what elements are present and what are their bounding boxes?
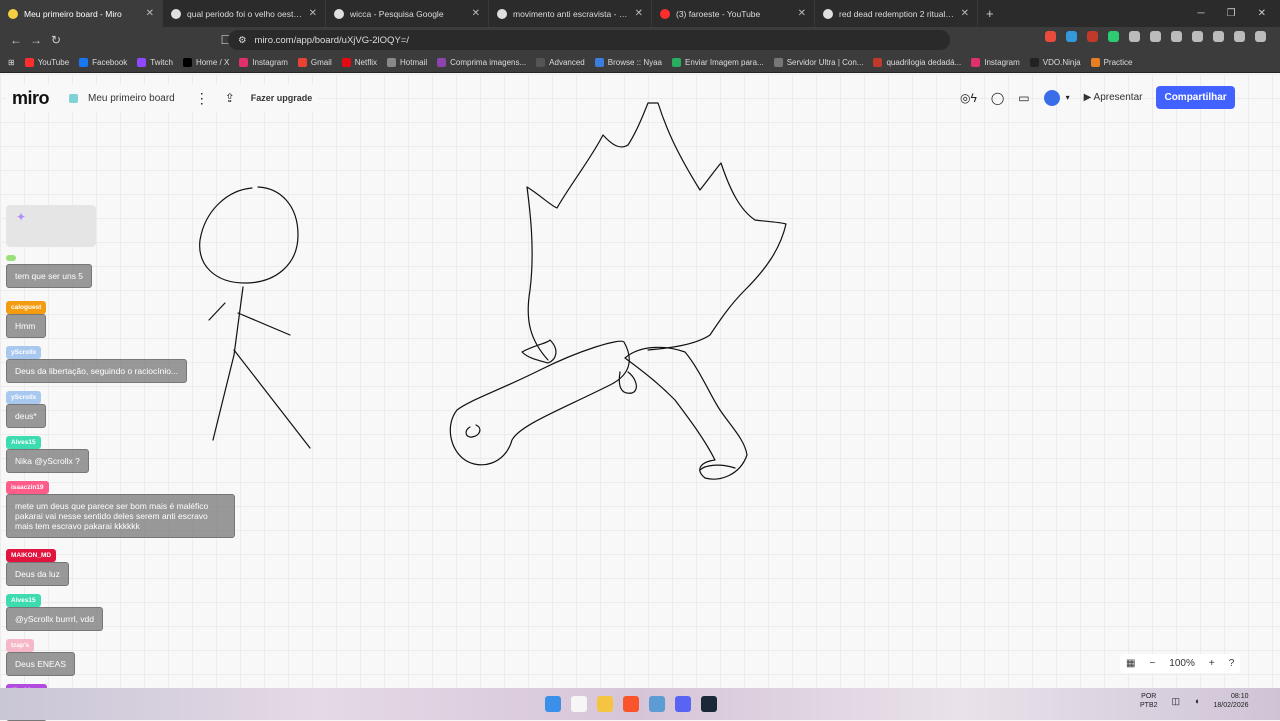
clock-date: 18/02/2026 [1213,702,1249,709]
clock-time: 08:10 [1230,693,1249,700]
chat-text: deus* [6,404,46,428]
app-icon[interactable] [649,696,665,712]
board-icon [69,93,79,103]
fire-log-right-end [699,464,736,471]
chat-message: yScrollx Deus da libertação, seguindo o r… [6,343,188,383]
chat-message: caloguest Hmm [6,298,47,338]
fire-flame [526,102,787,361]
start-icon[interactable] [545,696,561,712]
chat-message: yScrollx deus* [6,388,46,428]
discord-icon[interactable] [675,696,691,712]
zoom-out-icon[interactable]: − [1149,658,1155,669]
chevron-down-icon[interactable]: ▾ [1066,93,1070,102]
share-button[interactable]: Compartilhar [1156,86,1235,109]
chat-message: tzap's Deus ENEAS [6,636,76,676]
frames-icon[interactable]: ▦ [1126,658,1135,669]
zoom-in-icon[interactable]: + [1209,658,1215,669]
help-icon[interactable]: ? [1229,658,1235,669]
reactions-icon[interactable]: ◎ϟ [960,91,977,105]
stick-figure-body [212,286,244,441]
avatar[interactable] [1043,89,1060,106]
steam-icon[interactable] [701,696,717,712]
layout-code: PTB2 [1140,702,1158,709]
chat-text: mete um deus que parece ser bom mais é m… [6,494,235,538]
language-indicator[interactable]: POR PTB2 [1140,692,1158,710]
chat-message: isaaczin19 mete um deus que parece ser bo… [6,478,235,538]
taskbar-apps [545,696,717,712]
fire-log-right [624,346,748,480]
lang-code: POR [1141,693,1157,700]
fire-knot [618,371,637,394]
present-label: Apresentar [1093,92,1143,103]
zoom-controls: ▦ − 100% + ? [1120,654,1241,673]
volume-icon[interactable]: ◖ [1194,696,1199,706]
export-icon[interactable]: ⇪ [225,91,235,105]
chat-username: MAIKON_MD [6,549,57,562]
left-toolbar: ✦ [6,205,96,247]
chat-text: Deus da libertação, seguindo o raciocíni… [6,359,188,383]
chat-text: tem que ser uns 5 [6,264,93,288]
network-icon[interactable]: ◫ [1172,696,1181,707]
comments-icon[interactable]: ◯ [991,91,1004,105]
brave-icon[interactable] [623,696,639,712]
fire-ember [521,339,557,364]
chat-username [6,255,16,261]
chat-text: Deus da luz [6,562,69,586]
stick-figure-arm [237,312,291,336]
chat-username: yScrollx [6,391,42,404]
board-header: miro Meu primeiro board ⋮ ⇪ Fazer upgrad… [6,84,319,112]
board-actions: ◎ϟ ◯ ▭ ▾ ▶ Apresentar Compartilhar [960,86,1235,109]
chat-text: Hmm [6,314,47,338]
chat-username: tzap's [6,639,35,652]
chat-username: isaaczin19 [6,481,49,494]
chat-message: tem que ser uns 5 [6,250,93,288]
miro-logo[interactable]: miro [12,88,50,109]
more-options-icon[interactable]: ⋮ [195,90,209,107]
fire-log-left [449,340,630,466]
stick-figure-head [199,186,299,284]
system-tray: POR PTB2 ◫ ◖ 08:10 18/02/2026 [1140,692,1249,710]
board-name[interactable]: Meu primeiro board [88,93,175,104]
zoom-level[interactable]: 100% [1169,658,1195,669]
chat-username: caloguest [6,301,47,314]
stick-figure-arm-left [208,302,226,321]
chat-username: Alves15 [6,436,41,449]
chat-username: yScrollx [6,346,42,359]
chat-message: Alves15 @yScrollx burrrl, vdd [6,591,104,631]
chat-text: @yScrollx burrrl, vdd [6,607,104,631]
chat-message: MAIKON_MD Deus da luz [6,546,69,586]
chat-username: Alves15 [6,594,41,607]
chat-message: Alves15 Nika @yScrollx ? [6,433,89,473]
folder-icon[interactable] [597,696,613,712]
chat-text: Deus ENEAS [6,652,76,676]
chat-text: Nika @yScrollx ? [6,449,89,473]
upgrade-button[interactable]: Fazer upgrade [251,93,313,103]
fire-log-spiral [465,424,481,438]
clock[interactable]: 08:10 18/02/2026 [1213,692,1248,710]
stick-figure-leg [233,349,311,449]
app-icon[interactable] [571,696,587,712]
present-button[interactable]: ▶ Apresentar [1084,92,1143,103]
ai-sparkle-icon[interactable]: ✦ [16,210,26,224]
video-call-icon[interactable]: ▭ [1018,91,1029,105]
